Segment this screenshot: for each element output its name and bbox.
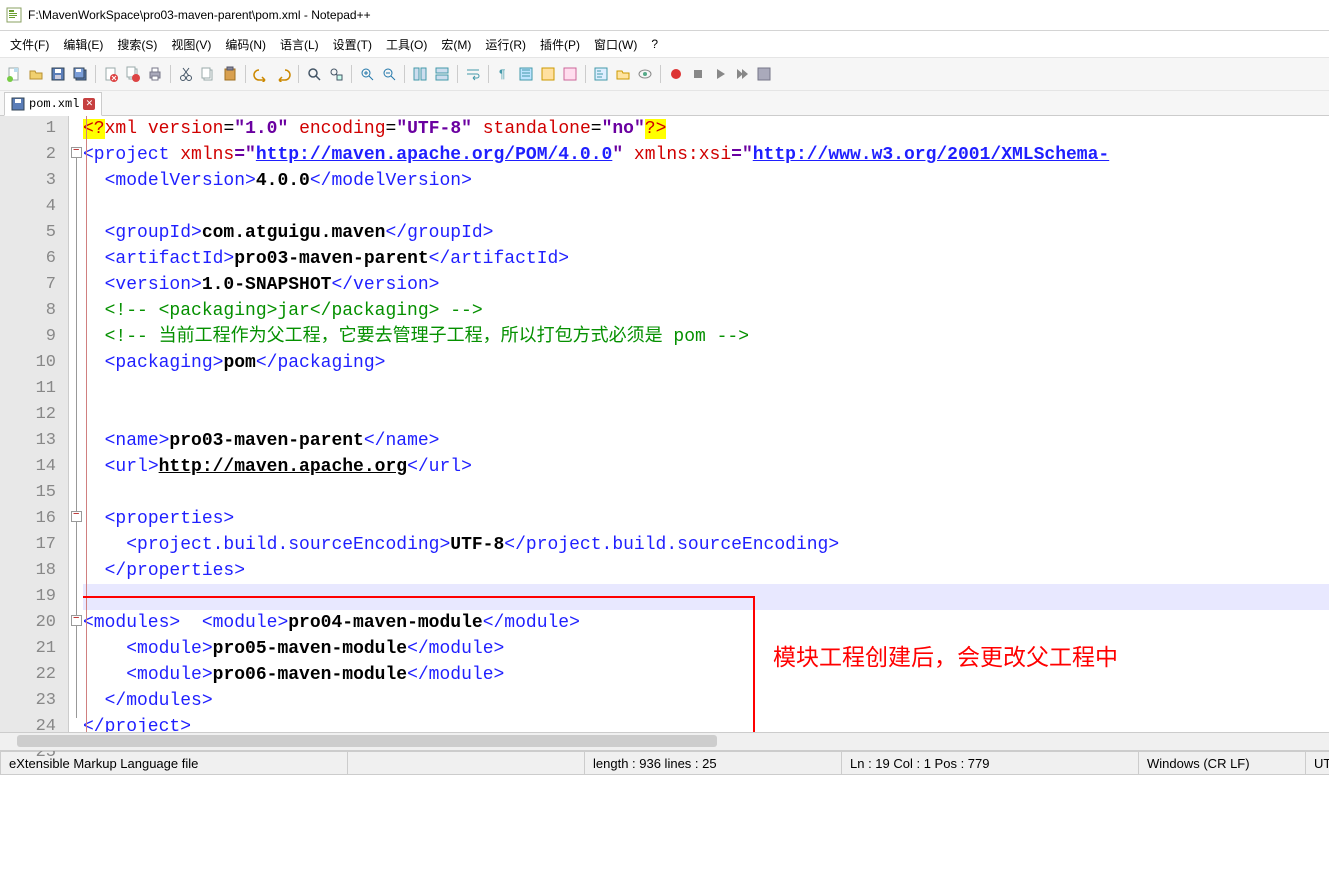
- indent-guide-icon[interactable]: [516, 64, 536, 84]
- tab-label: pom.xml: [29, 97, 79, 111]
- menu-bar: 文件(F) 编辑(E) 搜索(S) 视图(V) 编码(N) 语言(L) 设置(T…: [0, 31, 1329, 58]
- fold-toggle-icon[interactable]: [71, 511, 82, 522]
- status-encoding[interactable]: UTF-8: [1306, 751, 1329, 775]
- margin-line: [86, 116, 87, 732]
- close-all-icon[interactable]: [123, 64, 143, 84]
- monitor-icon[interactable]: [635, 64, 655, 84]
- app-icon: [6, 7, 22, 23]
- menu-search[interactable]: 搜索(S): [111, 34, 163, 55]
- undo-icon[interactable]: [251, 64, 271, 84]
- sync-h-icon[interactable]: [432, 64, 452, 84]
- close-icon[interactable]: [101, 64, 121, 84]
- scrollbar-thumb[interactable]: [17, 735, 717, 747]
- window-title: F:\MavenWorkSpace\pro03-maven-parent\pom…: [28, 8, 371, 22]
- menu-help[interactable]: ?: [645, 35, 664, 53]
- menu-encoding[interactable]: 编码(N): [219, 34, 272, 55]
- save-icon[interactable]: [48, 64, 68, 84]
- sync-v-icon[interactable]: [410, 64, 430, 84]
- horizontal-scrollbar[interactable]: [0, 733, 1329, 751]
- stop-icon[interactable]: [688, 64, 708, 84]
- print-icon[interactable]: [145, 64, 165, 84]
- open-file-icon[interactable]: [26, 64, 46, 84]
- status-bar: eXtensible Markup Language file length :…: [0, 751, 1329, 775]
- zoom-out-icon[interactable]: [379, 64, 399, 84]
- menu-language[interactable]: 语言(L): [274, 34, 325, 55]
- status-position: Ln : 19 Col : 1 Pos : 779: [842, 751, 1139, 775]
- play-multi-icon[interactable]: [732, 64, 752, 84]
- wordwrap-icon[interactable]: [463, 64, 483, 84]
- save-all-icon[interactable]: [70, 64, 90, 84]
- tab-close-icon[interactable]: ✕: [83, 98, 95, 110]
- menu-file[interactable]: 文件(F): [4, 34, 55, 55]
- menu-tools[interactable]: 工具(O): [380, 34, 433, 55]
- record-icon[interactable]: [666, 64, 686, 84]
- copy-icon[interactable]: [198, 64, 218, 84]
- fold-column: [69, 116, 83, 732]
- menu-window[interactable]: 窗口(W): [588, 34, 643, 55]
- menu-run[interactable]: 运行(R): [479, 34, 532, 55]
- toolbar: ¶: [0, 58, 1329, 91]
- zoom-in-icon[interactable]: [357, 64, 377, 84]
- annotation-text: 模块工程创建后，会更改父工程中: [773, 644, 1118, 670]
- menu-macro[interactable]: 宏(M): [435, 34, 477, 55]
- menu-edit[interactable]: 编辑(E): [57, 34, 109, 55]
- fold-toggle-icon[interactable]: [71, 615, 82, 626]
- status-eol[interactable]: Windows (CR LF): [1139, 751, 1306, 775]
- svg-text:¶: ¶: [499, 67, 505, 81]
- code-area[interactable]: <?xml version="1.0" encoding="UTF-8" sta…: [83, 116, 1329, 732]
- tab-bar: pom.xml ✕: [0, 91, 1329, 116]
- play-icon[interactable]: [710, 64, 730, 84]
- paste-icon[interactable]: [220, 64, 240, 84]
- fold-toggle-icon[interactable]: [71, 147, 82, 158]
- new-file-icon[interactable]: [4, 64, 24, 84]
- find-icon[interactable]: [304, 64, 324, 84]
- ud-lang-icon[interactable]: [538, 64, 558, 84]
- folder-icon[interactable]: [613, 64, 633, 84]
- editor[interactable]: 12345 678910 1112131415 1617181920 21222…: [0, 116, 1329, 733]
- doc-map-icon[interactable]: [560, 64, 580, 84]
- tab-pom-xml[interactable]: pom.xml ✕: [4, 92, 102, 116]
- show-all-icon[interactable]: ¶: [494, 64, 514, 84]
- status-length: length : 936 lines : 25: [585, 751, 842, 775]
- cut-icon[interactable]: [176, 64, 196, 84]
- redo-icon[interactable]: [273, 64, 293, 84]
- menu-view[interactable]: 视图(V): [165, 34, 217, 55]
- line-number-gutter: 12345 678910 1112131415 1617181920 21222…: [0, 116, 69, 732]
- menu-settings[interactable]: 设置(T): [327, 34, 378, 55]
- tab-save-icon: [11, 97, 25, 111]
- menu-plugins[interactable]: 插件(P): [534, 34, 586, 55]
- current-line: [83, 584, 1329, 610]
- title-bar: F:\MavenWorkSpace\pro03-maven-parent\pom…: [0, 0, 1329, 31]
- save-macro-icon[interactable]: [754, 64, 774, 84]
- replace-icon[interactable]: [326, 64, 346, 84]
- func-list-icon[interactable]: [591, 64, 611, 84]
